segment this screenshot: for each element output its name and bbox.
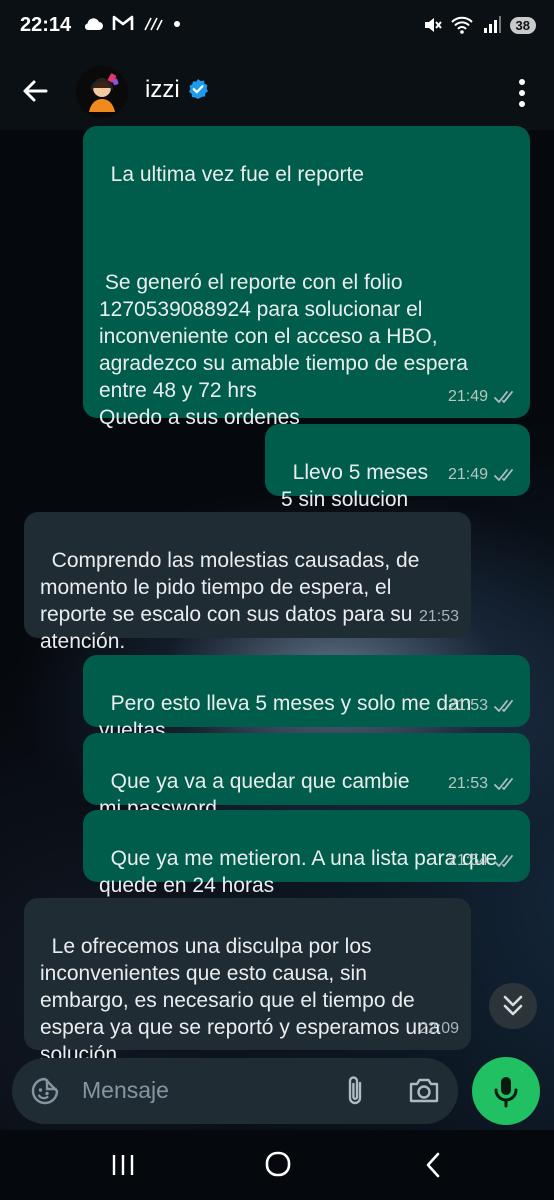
message-meta: 21:53 [448,692,518,719]
contact-name[interactable]: izzi [145,76,180,104]
home-icon[interactable] [264,1150,292,1178]
message-bubble-outgoing[interactable]: Pero esto lleva 5 meses y solo me dan vu… [83,655,530,742]
avatar-agent-icon [76,66,128,118]
cloud-icon [84,18,103,30]
message-time: 21:53 [418,608,459,625]
status-time: 22:14 [20,14,72,36]
message-text: Que ya me metieron. A una lista para que… [99,847,503,897]
message-input[interactable]: Mensaje [82,1077,169,1104]
dot-icon [174,21,180,27]
message-meta: 21:53 [448,770,518,797]
message-meta: 21:54 [448,847,518,874]
recent-apps-icon[interactable] [110,1152,136,1178]
chat-header: izzi [0,54,554,130]
sticker-icon[interactable] [30,1076,60,1106]
message-time: 21:49 [447,388,488,405]
mute-icon [424,18,442,32]
read-ticks-icon [494,777,513,790]
message-input-bar: Mensaje [12,1058,458,1124]
message-time: 21:53 [447,775,488,792]
message-text: La ultima vez fue el reporte Se generó e… [99,163,468,429]
message-bubble-incoming[interactable]: Comprendo las molestias causadas, de mom… [24,512,471,653]
wifi-icon [450,16,473,34]
gmail-icon [112,15,134,30]
scroll-to-bottom-button[interactable] [489,983,537,1029]
message-meta: 21:53 [419,603,459,630]
message-bubble-outgoing[interactable]: Llevo 5 meses 5 sin solucion 21:49 [265,424,530,511]
contact-avatar[interactable] [76,66,128,118]
voice-record-button[interactable] [472,1057,540,1125]
status-right-icons: 38 [422,15,536,35]
message-bubble-outgoing[interactable]: La ultima vez fue el reporte Se generó e… [83,126,530,429]
read-ticks-icon [494,468,513,481]
read-ticks-icon [494,390,513,403]
read-ticks-icon [494,699,513,712]
battery-indicator: 38 [509,16,536,34]
message-text: Le ofrecemos una disculpa por los inconv… [40,935,447,1066]
status-left-icons [82,14,182,32]
message-bubble-incoming[interactable]: Le ofrecemos una disculpa por los inconv… [24,898,471,1066]
double-chevron-down-icon [503,995,523,1016]
message-bubble-outgoing[interactable]: Que ya me metieron. A una lista para que… [83,810,530,897]
signal-icon [483,16,501,33]
message-time: 21:53 [447,697,488,714]
message-meta: 21:49 [448,383,518,410]
message-meta: 21:49 [448,461,518,488]
back-arrow-icon[interactable] [18,74,52,108]
camera-icon[interactable] [408,1075,440,1105]
attach-paperclip-icon[interactable] [342,1074,368,1108]
message-text: Llevo 5 meses 5 sin solucion [281,461,429,511]
message-meta: 22:09 [419,1015,459,1042]
nav-back-icon[interactable] [424,1151,442,1179]
system-navigation-bar [0,1130,554,1200]
message-time: 21:49 [447,466,488,483]
teams-icon [144,17,163,31]
more-options-icon[interactable] [508,76,536,110]
message-time: 22:09 [418,1020,459,1037]
message-text: Comprendo las molestias causadas, de mom… [40,549,426,653]
message-bubble-outgoing[interactable]: Que ya va a quedar que cambie mi passwor… [83,733,530,820]
read-ticks-icon [494,854,513,867]
status-bar: 22:14 38 [0,0,554,54]
verified-badge-icon [189,79,208,99]
message-time: 21:54 [447,852,488,869]
microphone-icon [494,1077,518,1108]
